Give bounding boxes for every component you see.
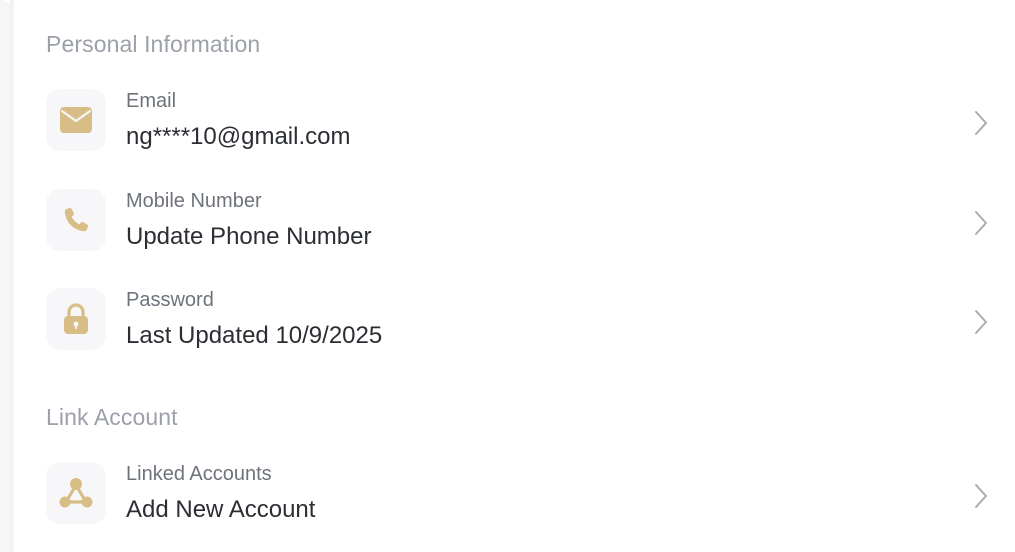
envelope-icon (46, 89, 106, 151)
linked-accounts-label: Linked Accounts (126, 463, 272, 485)
email-label: Email (126, 90, 177, 112)
email-row[interactable]: Email ng****10@gmail.com (46, 89, 991, 153)
mobile-number-label: Mobile Number (126, 190, 262, 212)
mobile-number-row[interactable]: Mobile Number Update Phone Number (46, 189, 991, 253)
section-title-link-account: Link Account (46, 404, 178, 430)
password-value: Last Updated 10/9/2025 (126, 322, 383, 349)
lock-icon (46, 288, 106, 350)
password-row[interactable]: Password Last Updated 10/9/2025 (46, 288, 991, 352)
chevron-right-icon[interactable] (971, 109, 991, 137)
linked-accounts-value: Add New Account (126, 496, 316, 523)
password-label: Password (126, 289, 214, 311)
mobile-number-value: Update Phone Number (126, 223, 372, 250)
settings-page: Personal Information Email ng****10@gmai… (0, 0, 1015, 552)
linked-accounts-row[interactable]: Linked Accounts Add New Account (46, 462, 991, 526)
settings-content: Personal Information Email ng****10@gmai… (46, 0, 1015, 552)
chevron-right-icon[interactable] (971, 209, 991, 237)
left-rail (0, 0, 14, 552)
phone-icon (46, 189, 106, 251)
link-accounts-icon (46, 462, 106, 524)
section-title-personal-information: Personal Information (46, 31, 261, 57)
email-value: ng****10@gmail.com (126, 123, 351, 150)
chevron-right-icon[interactable] (971, 482, 991, 510)
chevron-right-icon[interactable] (971, 308, 991, 336)
